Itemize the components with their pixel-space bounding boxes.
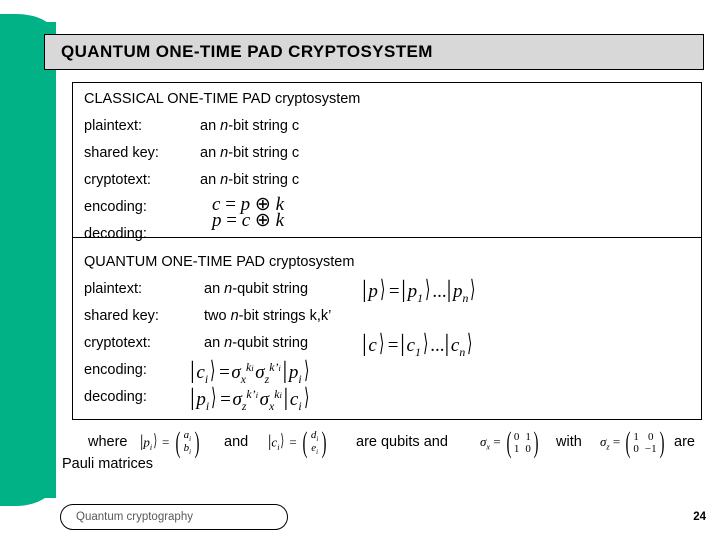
quantum-row-label-sharedkey: shared key: — [84, 308, 159, 324]
slide-title-bar: QUANTUM ONE-TIME PAD CRYPTOSYSTEM — [44, 34, 704, 70]
classical-row-value-sharedkey: an n-bit string c — [200, 145, 300, 161]
where-line-block: where |pi⟩ = (ai bi) and |ci⟩ = (di ei) ar… — [62, 426, 700, 476]
quantum-row-label-plaintext: plaintext: — [84, 281, 143, 297]
quantum-heading: QUANTUM ONE-TIME PAD cryptosystem — [84, 254, 355, 270]
footer-label: Quantum cryptography — [76, 511, 193, 523]
are-word: are — [674, 434, 695, 450]
quantum-row-value-plaintext: an n-qubit string — [204, 281, 309, 297]
page-number: 24 — [693, 511, 706, 523]
classical-row-label-encoding: encoding: — [84, 199, 147, 215]
quantum-row-label-cryptotext: cryptotext: — [84, 335, 151, 351]
classical-row-value-cryptotext: an n-bit string c — [200, 172, 300, 188]
pauli-matrices-text: Pauli matrices — [62, 456, 154, 472]
and-word: and — [224, 434, 249, 450]
formula-c-ket: |ci⟩ = (di ei) — [268, 426, 327, 460]
classical-row-label-plaintext: plaintext: — [84, 118, 143, 134]
formula-p-ket: |pi⟩ = (ai bi) — [140, 426, 200, 460]
classical-row-label-decoding: decoding: — [84, 226, 147, 242]
are-qubits-and-text: are qubits and — [356, 434, 448, 450]
classical-decoding-formula: p = c ⊕ k — [212, 210, 285, 231]
quantum-row-value-cryptotext: an n-qubit string — [204, 335, 309, 351]
quantum-plaintext-formula: | p⟩ = | p1⟩ ...| pn⟩ — [362, 277, 476, 305]
quantum-cryptotext-formula: | c⟩ = | c1⟩ ...| cn⟩ — [362, 331, 473, 359]
sigma-z-matrix: σz = (1 0 0 −1) — [600, 426, 665, 459]
quantum-row-value-sharedkey: two n-bit strings k,k’ — [204, 308, 332, 324]
classical-heading: CLASSICAL ONE-TIME PAD cryptosystem — [84, 91, 361, 107]
quantum-row-label-decoding: decoding: — [84, 389, 147, 405]
left-accent-band — [0, 0, 56, 540]
classical-row-label-sharedkey: shared key: — [84, 145, 159, 161]
quantum-decoding-formula: | pi⟩ = σzk’i σxki | ci⟩ — [190, 385, 309, 413]
where-word: where — [88, 434, 128, 450]
quantum-row-label-encoding: encoding: — [84, 362, 147, 378]
page-title: QUANTUM ONE-TIME PAD CRYPTOSYSTEM — [61, 42, 433, 61]
classical-row-label-cryptotext: cryptotext: — [84, 172, 151, 188]
classical-row-value-plaintext: an n-bit string c — [200, 118, 300, 134]
sigma-x-matrix: σx = (0 1 1 0) — [480, 426, 539, 459]
with-word: with — [556, 434, 582, 450]
